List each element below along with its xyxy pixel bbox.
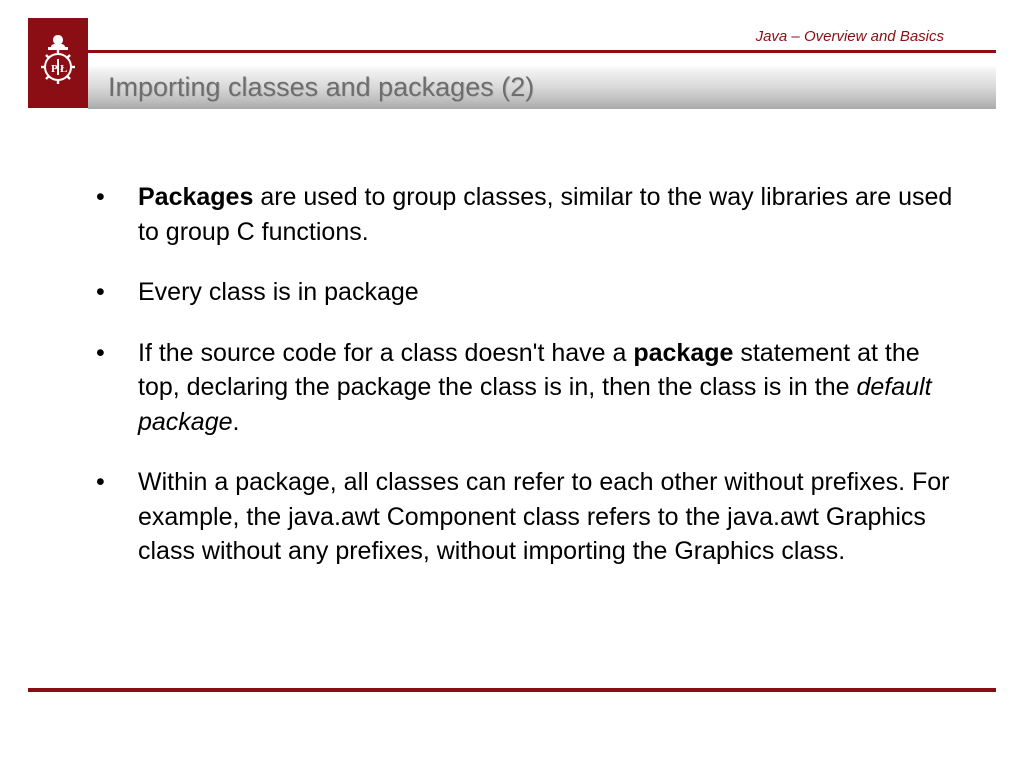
list-item: Within a package, all classes can refer …	[90, 465, 964, 569]
text: If the source code for a class doesn't h…	[138, 339, 633, 367]
text: .	[233, 408, 240, 436]
header-divider	[28, 50, 996, 53]
list-item: Every class is in package	[90, 275, 964, 310]
university-logo: P Ł	[28, 18, 88, 108]
slide-title-bar: Importing classes and packages (2) Impor…	[88, 65, 996, 109]
slide-title: Importing classes and packages (2)	[108, 72, 534, 103]
text: Within a package, all classes can refer …	[138, 468, 950, 565]
bullet-list: Packages are used to group classes, simi…	[90, 180, 964, 569]
course-label: Java – Overview and Basics	[756, 28, 944, 45]
bold-text: package	[633, 339, 733, 367]
svg-text:Ł: Ł	[60, 63, 67, 75]
text: are used to group classes, similar to th…	[138, 183, 952, 246]
text: Every class is in package	[138, 278, 419, 306]
torch-gear-icon: P Ł	[36, 33, 80, 93]
list-item: If the source code for a class doesn't h…	[90, 336, 964, 440]
list-item: Packages are used to group classes, simi…	[90, 180, 964, 249]
svg-text:P: P	[51, 63, 58, 75]
bold-text: Packages	[138, 183, 253, 211]
footer-divider	[28, 688, 996, 692]
slide-body: Packages are used to group classes, simi…	[90, 180, 964, 595]
